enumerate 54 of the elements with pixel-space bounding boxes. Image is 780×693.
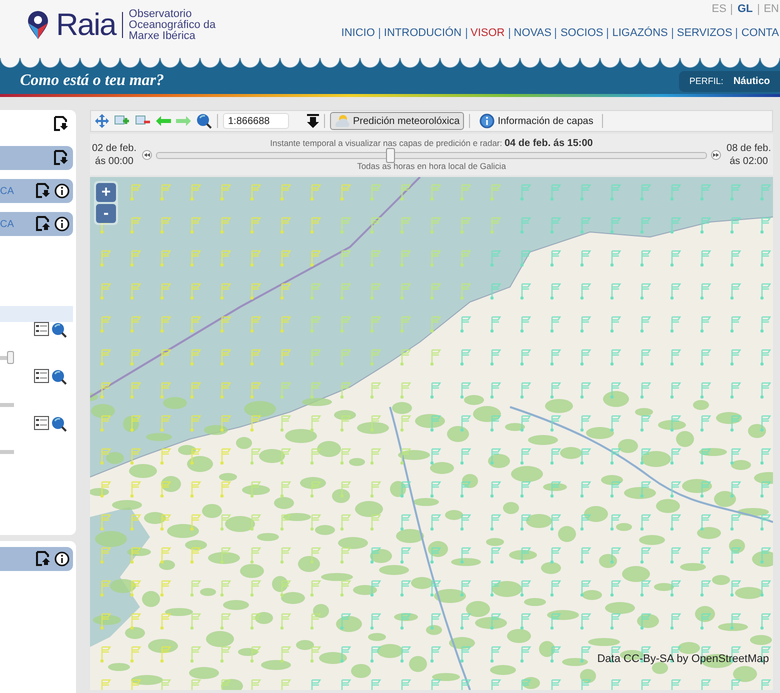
pin-logo-icon: [26, 10, 50, 40]
weather-icon: [334, 113, 350, 129]
nav-link[interactable]: INICIO: [341, 27, 375, 39]
legend-icon[interactable]: [34, 416, 49, 430]
zoom-icon[interactable]: [51, 322, 67, 338]
rewind-icon[interactable]: [142, 150, 152, 160]
toolbar-button[interactable]: Información de capas: [474, 112, 598, 130]
pan-icon[interactable]: [95, 114, 109, 128]
slider-thumb[interactable]: [386, 148, 396, 162]
zoom-in-button[interactable]: +: [96, 183, 116, 202]
toolbar-button[interactable]: Predición meteorolóxica: [330, 112, 464, 130]
zoom-icon[interactable]: [51, 416, 67, 432]
panel-title: CA: [0, 218, 15, 230]
map-attribution: Data CC-By-SA by OpenStreetMap: [597, 653, 769, 665]
logo-tagline: Observatorio Oceanográfico da Marxe Ibérica: [128, 8, 217, 42]
end-date: 08 de feb.: [726, 142, 771, 154]
start-date: 02 de feb.: [92, 142, 136, 154]
info-icon[interactable]: [54, 551, 70, 567]
zoom-icon[interactable]: [51, 369, 67, 385]
nav-link[interactable]: SOCIOS: [560, 27, 604, 39]
legend-icon[interactable]: [34, 322, 49, 336]
logo-text: Raia: [56, 7, 116, 43]
slogan: Como está o teu mar?: [19, 72, 164, 90]
panel-header[interactable]: [0, 547, 73, 571]
download-icon[interactable]: [307, 114, 319, 128]
panel-title: CA: [0, 186, 15, 196]
info-icon: [478, 113, 495, 129]
profile-selector[interactable]: PERFIL: Náutico: [679, 70, 780, 92]
info-icon[interactable]: [54, 183, 70, 199]
start-time: ás 00:00: [94, 154, 134, 168]
collapse-icon[interactable]: [36, 551, 52, 567]
time-title: Instante temporal a visualizar nas capas de predición e radar: 04 de feb. ás 15:00: [270, 138, 593, 149]
nav-link[interactable]: NOVAS: [514, 27, 552, 39]
nav-link[interactable]: VISOR: [470, 27, 505, 39]
zoom-out-button[interactable]: -: [96, 204, 116, 223]
language-link[interactable]: GL: [737, 3, 753, 15]
legend-icon[interactable]: [34, 369, 49, 383]
nav-link[interactable]: LIGAZÓNS: [612, 27, 668, 39]
info-icon[interactable]: [54, 216, 70, 232]
time-note: Todas as horas en hora local de Galicia: [357, 161, 506, 171]
zoom-extent-icon[interactable]: [196, 113, 212, 129]
end-time: ás 02:00: [728, 154, 769, 168]
document-arrow-icon[interactable]: [54, 116, 70, 132]
expand-icon[interactable]: [54, 150, 70, 166]
layer-row[interactable]: [0, 306, 73, 338]
nav-link[interactable]: CONTA: [741, 27, 779, 39]
expand-icon[interactable]: [36, 183, 52, 199]
nav-link[interactable]: SERVIZOS: [676, 27, 732, 39]
scale-field[interactable]: 1:866688: [223, 113, 289, 129]
nav-link[interactable]: INTRODUCIÓN: [384, 27, 462, 39]
slider-thumb[interactable]: [7, 351, 14, 364]
forward-icon[interactable]: [710, 150, 721, 160]
panel-header[interactable]: [0, 146, 73, 170]
collapse-icon[interactable]: [36, 216, 52, 232]
